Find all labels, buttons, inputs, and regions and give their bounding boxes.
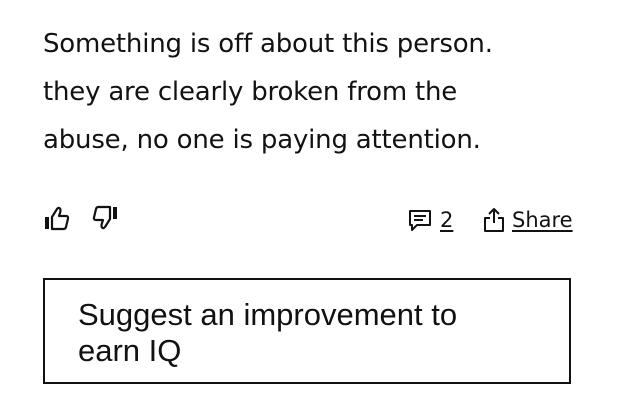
annotation-line: Something is off about this person.	[43, 29, 493, 59]
upvote-button[interactable]	[43, 204, 73, 234]
thumbs-down-icon	[92, 205, 117, 230]
comment-icon	[409, 210, 431, 231]
share-label: Share	[512, 208, 573, 232]
share-icon	[484, 208, 504, 232]
suggest-improvement-button[interactable]: Suggest an improvement to earn IQ	[43, 278, 571, 384]
comment-count: 2	[440, 208, 454, 232]
comments-button[interactable]: 2	[408, 204, 453, 236]
annotation-line: they are clearly broken from the	[43, 77, 458, 107]
suggest-improvement-label: Suggest an improvement to earn IQ	[78, 297, 458, 368]
downvote-button[interactable]	[91, 204, 121, 234]
share-button[interactable]: Share	[482, 204, 573, 236]
annotation-body: Something is off about this person. they…	[43, 20, 583, 164]
annotation-line: abuse, no one is paying attention.	[43, 125, 481, 155]
thumbs-up-icon	[45, 206, 70, 231]
annotation-actions: 2 Share	[43, 202, 573, 238]
